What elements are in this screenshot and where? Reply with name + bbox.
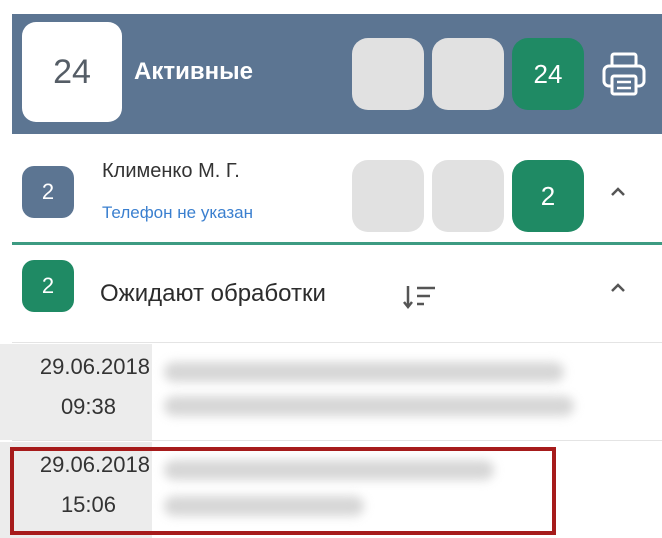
chevron-up-icon[interactable] — [606, 276, 630, 300]
phone-status[interactable]: Телефон не указан — [102, 203, 253, 223]
divider-line — [12, 242, 662, 245]
blurred-text — [164, 362, 564, 382]
green-counter[interactable]: 24 — [512, 38, 584, 110]
divider-line — [12, 440, 662, 441]
grey-counter-1[interactable] — [352, 160, 424, 232]
total-count-badge: 24 — [22, 22, 122, 122]
printer-icon[interactable] — [600, 50, 648, 98]
active-header: 24 Активные 24 — [12, 14, 662, 134]
divider-line — [12, 342, 662, 343]
doctor-count-badge: 2 — [22, 166, 74, 218]
date-time-cell: 29.06.2018 09:38 — [0, 344, 152, 440]
grey-counter-2[interactable] — [432, 160, 504, 232]
blurred-text — [164, 396, 574, 416]
pending-title: Ожидают обработки — [100, 280, 326, 307]
pending-count-badge: 2 — [22, 260, 74, 312]
header-title: Активные — [134, 58, 253, 85]
green-counter[interactable]: 2 — [512, 160, 584, 232]
selection-highlight — [10, 447, 556, 535]
item-time: 09:38 — [60, 394, 116, 419]
grey-counter-2[interactable] — [432, 38, 504, 110]
grey-counter-1[interactable] — [352, 38, 424, 110]
sort-icon[interactable] — [402, 282, 438, 312]
chevron-up-icon[interactable] — [606, 180, 630, 204]
item-date: 29.06.2018 — [39, 354, 150, 379]
list-item[interactable]: 29.06.2018 09:38 — [0, 344, 662, 440]
doctor-name: Клименко М. Г. — [102, 160, 240, 182]
